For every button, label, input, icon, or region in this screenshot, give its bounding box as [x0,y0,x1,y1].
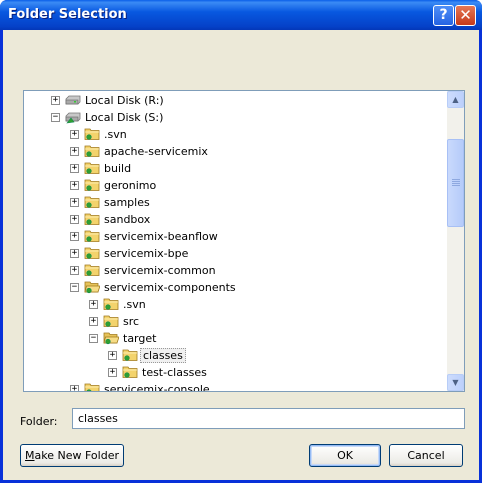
tree-item-label: src [123,315,140,328]
expand-icon[interactable]: + [70,164,79,173]
tree-item-label: .svn [104,128,127,141]
tree-item[interactable]: + samples [24,194,448,211]
make-new-folder-mnemonic: M [25,449,35,462]
folder-icon [122,365,138,379]
folder-selection-dialog: Folder Selection ? ✕ + Local Disk (R:) − Lo… [0,0,482,483]
expand-icon[interactable]: + [89,300,98,309]
tree-item-label: build [104,162,132,175]
open-folder-icon [84,280,101,294]
tree-item-label: samples [104,196,150,209]
dialog-title: Folder Selection [8,7,127,22]
make-new-folder-label: ake New Folder [34,449,119,462]
folder-icon [84,212,100,226]
expand-icon[interactable]: + [89,317,98,326]
tree-item-label: test-classes [142,366,207,379]
folder-icon [84,144,100,158]
collapse-icon[interactable]: − [89,334,98,343]
folder-icon [84,229,100,243]
open-folder-icon [103,331,120,345]
tree-item-label: target [123,332,157,345]
tree-item[interactable]: + servicemix-bpe [24,245,448,262]
scroll-up-button[interactable]: ▲ [447,91,464,108]
tree-item[interactable]: − Local Disk (S:) [24,109,448,126]
tree-item[interactable]: + classes [24,347,448,364]
tree-item[interactable]: + test-classes [24,364,448,381]
tree-item[interactable]: + sandbox [24,211,448,228]
tree-item-label: Local Disk (S:) [85,111,164,124]
tree-item-label: .svn [123,298,146,311]
tree-item-label: geronimo [104,179,157,192]
expand-icon[interactable]: + [70,215,79,224]
tree-item-label: servicemix-bpe [104,247,189,260]
expand-icon[interactable]: + [70,232,79,241]
expand-icon[interactable]: + [70,181,79,190]
scroll-down-button[interactable]: ▼ [447,374,464,391]
tree-item[interactable]: − target [24,330,448,347]
expand-icon[interactable]: + [70,266,79,275]
ok-button[interactable]: OK [309,444,381,467]
folder-label: Folder: [20,415,58,428]
folder-icon [103,314,119,328]
dialog-body: + Local Disk (R:) − Local Disk (S:) + .svn + ap… [3,30,479,480]
expand-icon[interactable]: + [70,249,79,258]
tree-item[interactable]: + servicemix-console [24,381,448,391]
collapse-icon[interactable]: − [51,113,60,122]
tree-item[interactable]: + build [24,160,448,177]
tree-item-label: apache-servicemix [104,145,208,158]
close-button[interactable]: ✕ [455,5,476,26]
tree-item-label: servicemix-common [104,264,216,277]
tree-item[interactable]: + src [24,313,448,330]
folder-icon [84,246,100,260]
tree-item[interactable]: + servicemix-common [24,262,448,279]
expand-icon[interactable]: + [70,147,79,156]
drive-icon [65,93,81,107]
expand-icon[interactable]: + [70,130,79,139]
make-new-folder-button[interactable]: Make New Folder [20,444,124,467]
folder-icon [84,127,100,141]
tree-item[interactable]: + .svn [24,296,448,313]
vertical-scrollbar[interactable]: ▲ ▼ [447,91,464,391]
shared-drive-icon [65,110,81,124]
tree-item[interactable]: + geronimo [24,177,448,194]
tree-item[interactable]: + .svn [24,126,448,143]
scroll-thumb[interactable] [447,139,464,227]
folder-icon [84,161,100,175]
tree-item[interactable]: + apache-servicemix [24,143,448,160]
cancel-button[interactable]: Cancel [389,444,463,467]
tree-item[interactable]: + servicemix-beanflow [24,228,448,245]
tree-item-label: servicemix-beanflow [104,230,218,243]
tree-item-label: servicemix-components [104,281,236,294]
expand-icon[interactable]: + [70,385,79,391]
expand-icon[interactable]: + [108,351,117,360]
tree-item[interactable]: + Local Disk (R:) [24,92,448,109]
help-button[interactable]: ? [433,5,454,26]
tree-rows: + Local Disk (R:) − Local Disk (S:) + .svn + ap… [24,91,448,391]
folder-icon [122,348,138,362]
tree-item-label: Local Disk (R:) [85,94,164,107]
folder-icon [84,195,100,209]
folder-icon [84,382,100,391]
tree-item-label: classes [140,348,186,363]
folder-tree[interactable]: + Local Disk (R:) − Local Disk (S:) + .svn + ap… [23,90,465,392]
tree-item-label: servicemix-console [104,383,210,391]
tree-item[interactable]: − servicemix-components [24,279,448,296]
tree-item-label: sandbox [104,213,151,226]
folder-icon [84,263,100,277]
folder-input[interactable] [72,408,465,429]
expand-icon[interactable]: + [108,368,117,377]
expand-icon[interactable]: + [51,96,60,105]
collapse-icon[interactable]: − [70,283,79,292]
folder-icon [103,297,119,311]
title-bar[interactable]: Folder Selection ? ✕ [0,0,482,30]
folder-icon [84,178,100,192]
expand-icon[interactable]: + [70,198,79,207]
